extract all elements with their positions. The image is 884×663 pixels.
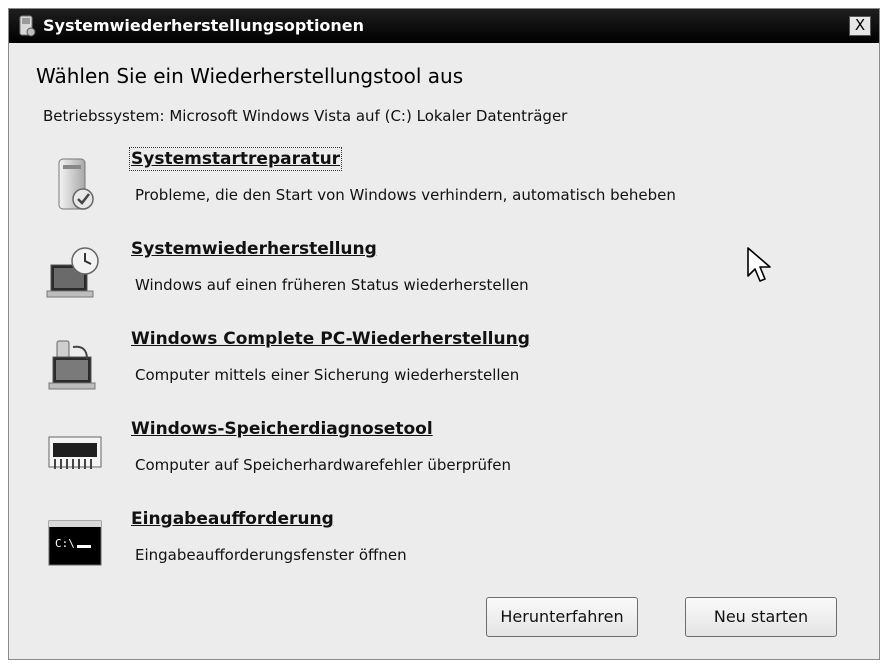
restart-button[interactable]: Neu starten xyxy=(685,597,837,637)
tool-system-restore: Systemwiederherstellung Windows auf eine… xyxy=(39,239,839,315)
tool-complete-pc-restore: Windows Complete PC-Wiederherstellung Co… xyxy=(39,329,839,405)
window-title: Systemwiederherstellungsoptionen xyxy=(43,16,365,35)
page-heading: Wählen Sie ein Wiederherstellungstool au… xyxy=(36,64,464,88)
system-restore-icon xyxy=(46,247,99,298)
mouse-cursor-icon xyxy=(747,247,771,282)
memory-diagnostic-description: Computer auf Speicherhardwarefehler über… xyxy=(135,456,512,474)
close-button[interactable]: X xyxy=(849,16,871,36)
startup-repair-icon xyxy=(58,158,94,210)
system-restore-description: Windows auf einen früheren Status wieder… xyxy=(135,276,529,294)
recovery-app-icon xyxy=(19,15,36,37)
complete-pc-restore-icon xyxy=(48,340,96,390)
tool-startup-repair: Systemstartreparatur Probleme, die den S… xyxy=(39,147,839,225)
command-prompt-icon: C:\ xyxy=(48,520,102,566)
system-restore-link[interactable]: Systemwiederherstellung xyxy=(131,239,377,259)
tool-command-prompt: C:\ Eingabeaufforderung Eingabeaufforder… xyxy=(39,509,839,585)
memory-diagnostic-link[interactable]: Windows-Speicherdiagnosetool xyxy=(131,419,433,439)
title-bar[interactable]: Systemwiederherstellungsoptionen X xyxy=(9,9,879,43)
tool-memory-diagnostic: Windows-Speicherdiagnosetool Computer au… xyxy=(39,419,839,495)
memory-chip-icon xyxy=(48,436,102,469)
complete-pc-restore-description: Computer mittels einer Sicherung wiederh… xyxy=(135,366,520,384)
startup-repair-description: Probleme, die den Start von Windows verh… xyxy=(135,186,676,204)
startup-repair-link[interactable]: Systemstartreparatur xyxy=(128,147,343,171)
command-prompt-link[interactable]: Eingabeaufforderung xyxy=(131,509,334,529)
recovery-options-window: Systemwiederherstellungsoptionen X Wähle… xyxy=(8,8,880,660)
shutdown-button[interactable]: Herunterfahren xyxy=(486,597,638,637)
command-prompt-description: Eingabeaufforderungsfenster öffnen xyxy=(135,546,407,564)
command-prompt-icon-text: C:\ xyxy=(55,537,75,550)
complete-pc-restore-link[interactable]: Windows Complete PC-Wiederherstellung xyxy=(131,329,530,349)
operating-system-info: Betriebssystem: Microsoft Windows Vista … xyxy=(43,107,568,125)
